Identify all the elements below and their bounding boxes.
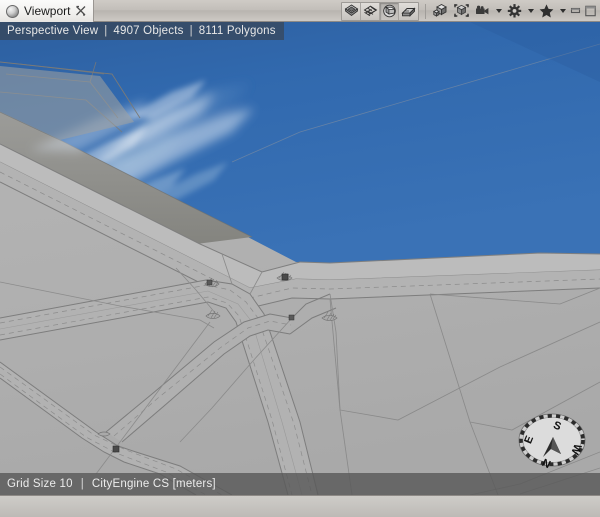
viewport-info-overlay: Perspective View | 4907 Objects | 8111 P…: [0, 22, 284, 40]
viewport-toolbar: [341, 0, 600, 22]
bookmarks-dropdown-arrow[interactable]: [557, 1, 568, 21]
viewport-window: Viewport Perspective View | 4907 Objects…: [0, 0, 600, 517]
shading-mode-group: [341, 1, 419, 21]
camera-dropdown-arrow[interactable]: [493, 1, 504, 21]
object-display-button[interactable]: [430, 1, 451, 21]
settings-dropdown-arrow[interactable]: [525, 1, 536, 21]
window-bottom-strip: [0, 495, 600, 517]
sphere-icon: [6, 4, 19, 18]
polygon-count-label: 8111 Polygons: [198, 25, 276, 37]
view-mode-label: Perspective View: [7, 25, 99, 37]
close-icon[interactable]: [75, 5, 87, 17]
viewport-status-bar: Grid Size 10 | CityEngine CS [meters]: [0, 473, 600, 495]
info-separator-1: |: [104, 25, 108, 37]
bookmarks-button[interactable]: [536, 1, 557, 21]
object-count-label: 4907 Objects: [113, 25, 184, 37]
tab-viewport-label: Viewport: [24, 4, 71, 18]
scene-render: [0, 22, 600, 495]
shading-wireframe-overlay-button[interactable]: [361, 2, 380, 20]
shading-solid-button[interactable]: [399, 2, 418, 20]
tab-viewport[interactable]: Viewport: [0, 0, 95, 22]
minimize-button[interactable]: [568, 2, 583, 20]
shading-wireframe-button[interactable]: [342, 2, 361, 20]
status-separator: |: [80, 478, 84, 490]
maximize-button[interactable]: [583, 2, 598, 20]
toolbar-separator: [425, 3, 426, 19]
coordinate-system-label: CityEngine CS [meters]: [91, 478, 216, 490]
viewport-3d-canvas[interactable]: Perspective View | 4907 Objects | 8111 P…: [0, 22, 600, 495]
settings-button[interactable]: [504, 1, 525, 21]
shading-textured-button[interactable]: [380, 2, 399, 20]
bounding-box-button[interactable]: [451, 1, 472, 21]
grid-size-label: Grid Size 10: [7, 478, 73, 490]
camera-button[interactable]: [472, 1, 493, 21]
info-separator-2: |: [189, 25, 193, 37]
